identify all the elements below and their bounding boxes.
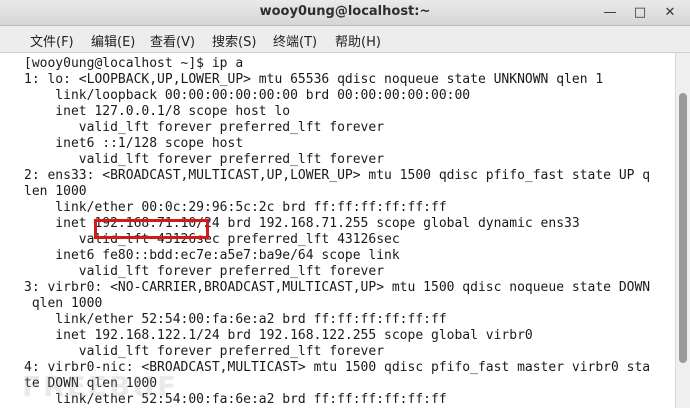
window-title: wooy0ung@localhost:~	[259, 4, 431, 19]
terminal-line: inet6 ::1/128 scope host	[24, 136, 244, 151]
terminal-line: 1: lo: <LOOPBACK,UP,LOWER_UP> mtu 65536 …	[24, 72, 604, 87]
terminal-line: te DOWN qlen 1000	[24, 376, 158, 391]
scrollbar-thumb[interactable]	[679, 93, 687, 363]
vertical-scrollbar[interactable]	[675, 53, 690, 408]
terminal-line: link/ether 52:54:00:fa:6e:a2 brd ff:ff:f…	[24, 392, 447, 407]
terminal-line: link/ether 52:54:00:fa:6e:a2 brd ff:ff:f…	[24, 312, 447, 327]
terminal-line: len 1000	[24, 184, 87, 199]
terminal-line: inet6 fe80::bdd:ec7e:a5e7:ba9e/64 scope …	[24, 248, 400, 263]
terminal-line: valid_lft forever preferred_lft forever	[24, 120, 385, 135]
menu-edit[interactable]: 编辑(E)	[91, 31, 135, 50]
terminal-line: valid_lft 43126sec preferred_lft 43126se…	[24, 232, 400, 247]
terminal-line: 2: ens33: <BROADCAST,MULTICAST,UP,LOWER_…	[24, 168, 651, 183]
terminal-line: valid_lft forever preferred_lft forever	[24, 264, 385, 279]
terminal-line: [wooy0ung@localhost ~]$ ip a	[24, 56, 244, 71]
terminal-line: 3: virbr0: <NO-CARRIER,BROADCAST,MULTICA…	[24, 280, 651, 295]
minimize-button[interactable]: —	[600, 3, 620, 22]
terminal-output[interactable]: [wooy0ung@localhost ~]$ ip a 1: lo: <LOOP…	[0, 53, 675, 408]
menu-help[interactable]: 帮助(H)	[335, 31, 381, 50]
terminal-line: inet 192.168.122.1/24 brd 192.168.122.25…	[24, 328, 533, 343]
terminal-line: inet 192.168.71.10/24 brd 192.168.71.255…	[24, 216, 580, 231]
menu-view[interactable]: 查看(V)	[150, 31, 195, 50]
terminal-line: 4: virbr0-nic: <BROADCAST,MULTICAST> mtu…	[24, 360, 651, 375]
close-button[interactable]: ✕	[660, 3, 680, 22]
menu-file[interactable]: 文件(F)	[30, 31, 74, 50]
menu-search[interactable]: 搜索(S)	[212, 31, 256, 50]
terminal-line: inet 127.0.0.1/8 scope host lo	[24, 104, 291, 119]
terminal-line: link/ether 00:0c:29:96:5c:2c brd ff:ff:f…	[24, 200, 447, 215]
terminal-line: qlen 1000	[24, 296, 103, 311]
terminal-line: link/loopback 00:00:00:00:00:00 brd 00:0…	[24, 88, 471, 103]
terminal-line: valid_lft forever preferred_lft forever	[24, 152, 385, 167]
title-bar: wooy0ung@localhost:~ — □ ✕	[0, 0, 690, 26]
terminal-line: valid_lft forever preferred_lft forever	[24, 344, 385, 359]
menu-bar: 文件(F) 编辑(E) 查看(V) 搜索(S) 终端(T) 帮助(H)	[0, 26, 690, 53]
maximize-button[interactable]: □	[630, 3, 650, 22]
menu-terminal[interactable]: 终端(T)	[273, 31, 317, 50]
